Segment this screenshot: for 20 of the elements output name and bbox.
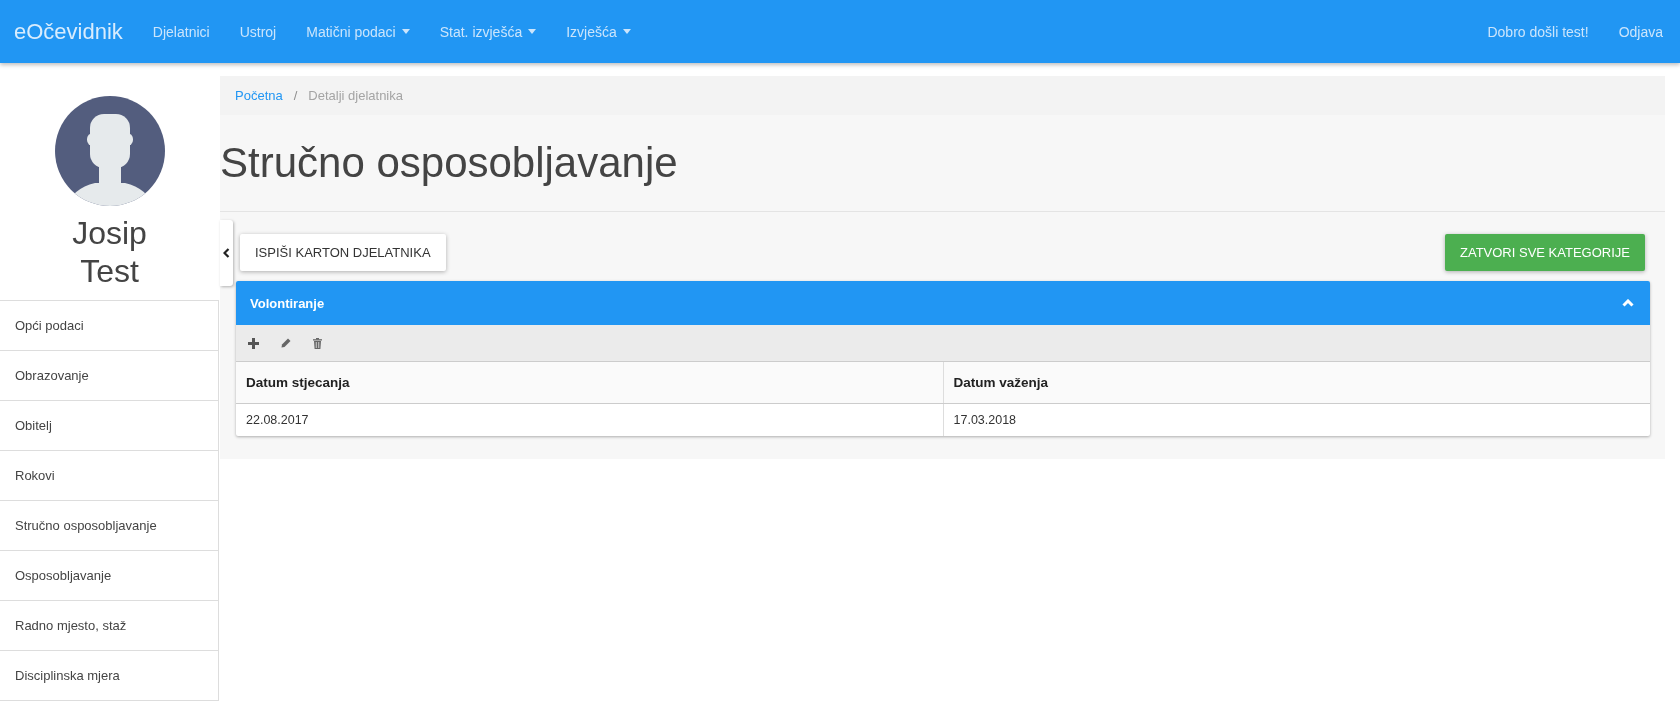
breadcrumb-separator: /: [292, 88, 299, 103]
employee-name: Josip Test: [71, 214, 148, 290]
panel-title: Volontiranje: [250, 295, 325, 311]
chevron-left-icon: [223, 248, 230, 258]
greeting-text: Dobro došli test!: [1486, 23, 1590, 40]
sidebar-item[interactable]: Opći podaci: [0, 300, 219, 351]
sidebar-toggle-button[interactable]: [220, 220, 233, 286]
sidebar-item[interactable]: Disciplinska mjera: [0, 650, 219, 701]
trash-icon[interactable]: [313, 337, 322, 349]
column-header: Datum stjecanja: [236, 362, 943, 403]
page-title: Stručno osposobljavanje: [220, 139, 678, 187]
column-header: Datum važenja: [943, 362, 1650, 403]
avatar-icon: [54, 96, 165, 206]
print-card-button[interactable]: ISPIŠI KARTON DJELATNIKA: [240, 234, 446, 271]
table-cell: 22.08.2017: [236, 403, 943, 436]
table-cell: 17.03.2018: [943, 403, 1650, 436]
pencil-icon[interactable]: [281, 338, 291, 348]
chevron-up-icon[interactable]: [1622, 299, 1634, 307]
plus-icon[interactable]: [248, 337, 259, 349]
breadcrumb-current: Detalji djelatnika: [308, 88, 403, 103]
